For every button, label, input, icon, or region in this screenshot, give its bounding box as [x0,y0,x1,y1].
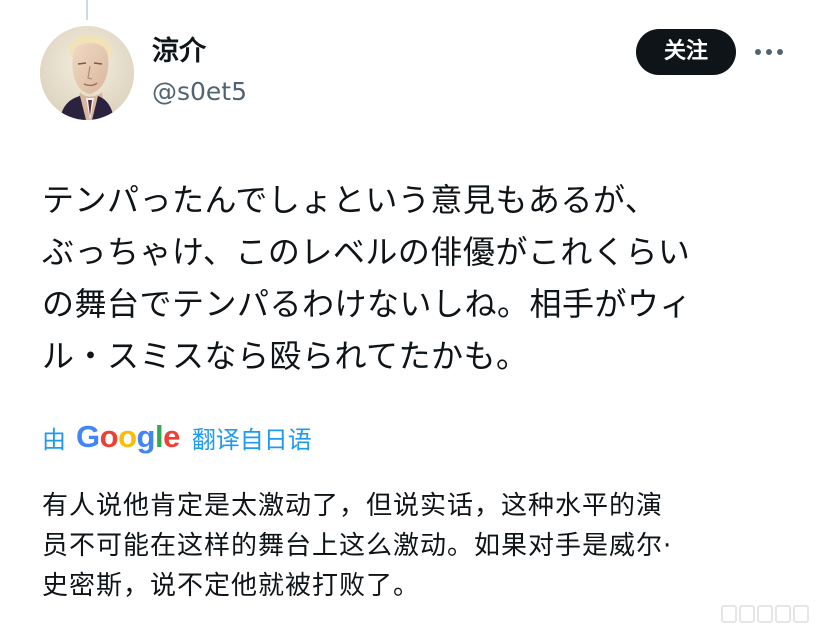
translated-text-line: 史密斯，说不定他就被打败了。 [42,571,421,601]
google-logo-letter: G [76,419,100,454]
tweet-text: テンパったんでしょという意見もあるが、 ぶっちゃけ、このレベルの俳優がこれくらい… [42,174,798,382]
google-logo-letter: l [154,419,164,454]
avatar[interactable] [40,26,134,120]
watermark [720,602,822,626]
follow-button[interactable]: 关注 [636,29,736,75]
translate-from-japanese-label: 翻译自日语 [191,425,312,454]
watermark-glyphs [721,605,809,623]
google-logo-letter: o [118,419,137,454]
translated-text-line: 员不可能在这样的舞台上这么激动。如果对手是威尔· [42,531,673,561]
tweet-text-line: の舞台でテンパるわけないしね。相手がウィ [42,285,693,323]
tweet-text-line: ル・スミスなら殴られてたかも。 [42,337,529,375]
tweet-text-line: テンパったんでしょという意見もあるが、 [42,181,658,219]
avatar-portrait-image [40,26,134,120]
google-logo: Google [76,419,180,455]
google-logo-letter: o [99,419,119,454]
tweet-text-line: ぶっちゃけ、このレベルの俳優がこれくらい [42,233,691,271]
thread-connector-line [86,0,88,20]
translated-text: 有人说他肯定是太激动了，但说实话，这种水平的演 员不可能在这样的舞台上这么激动。… [42,486,802,606]
google-logo-letter: e [163,419,180,454]
translate-by-label: 由 [42,425,66,454]
author-display-name[interactable]: 涼介 [152,34,206,70]
translate-link[interactable]: 由 Google 翻译自日语 [42,414,312,460]
more-button[interactable] [752,38,786,66]
author-handle[interactable]: @s0et5 [152,75,247,109]
more-horizontal-icon [755,49,783,55]
translated-text-line: 有人说他肯定是太激动了，但说实话，这种水平的演 [42,491,664,521]
google-logo-letter: g [136,419,156,454]
